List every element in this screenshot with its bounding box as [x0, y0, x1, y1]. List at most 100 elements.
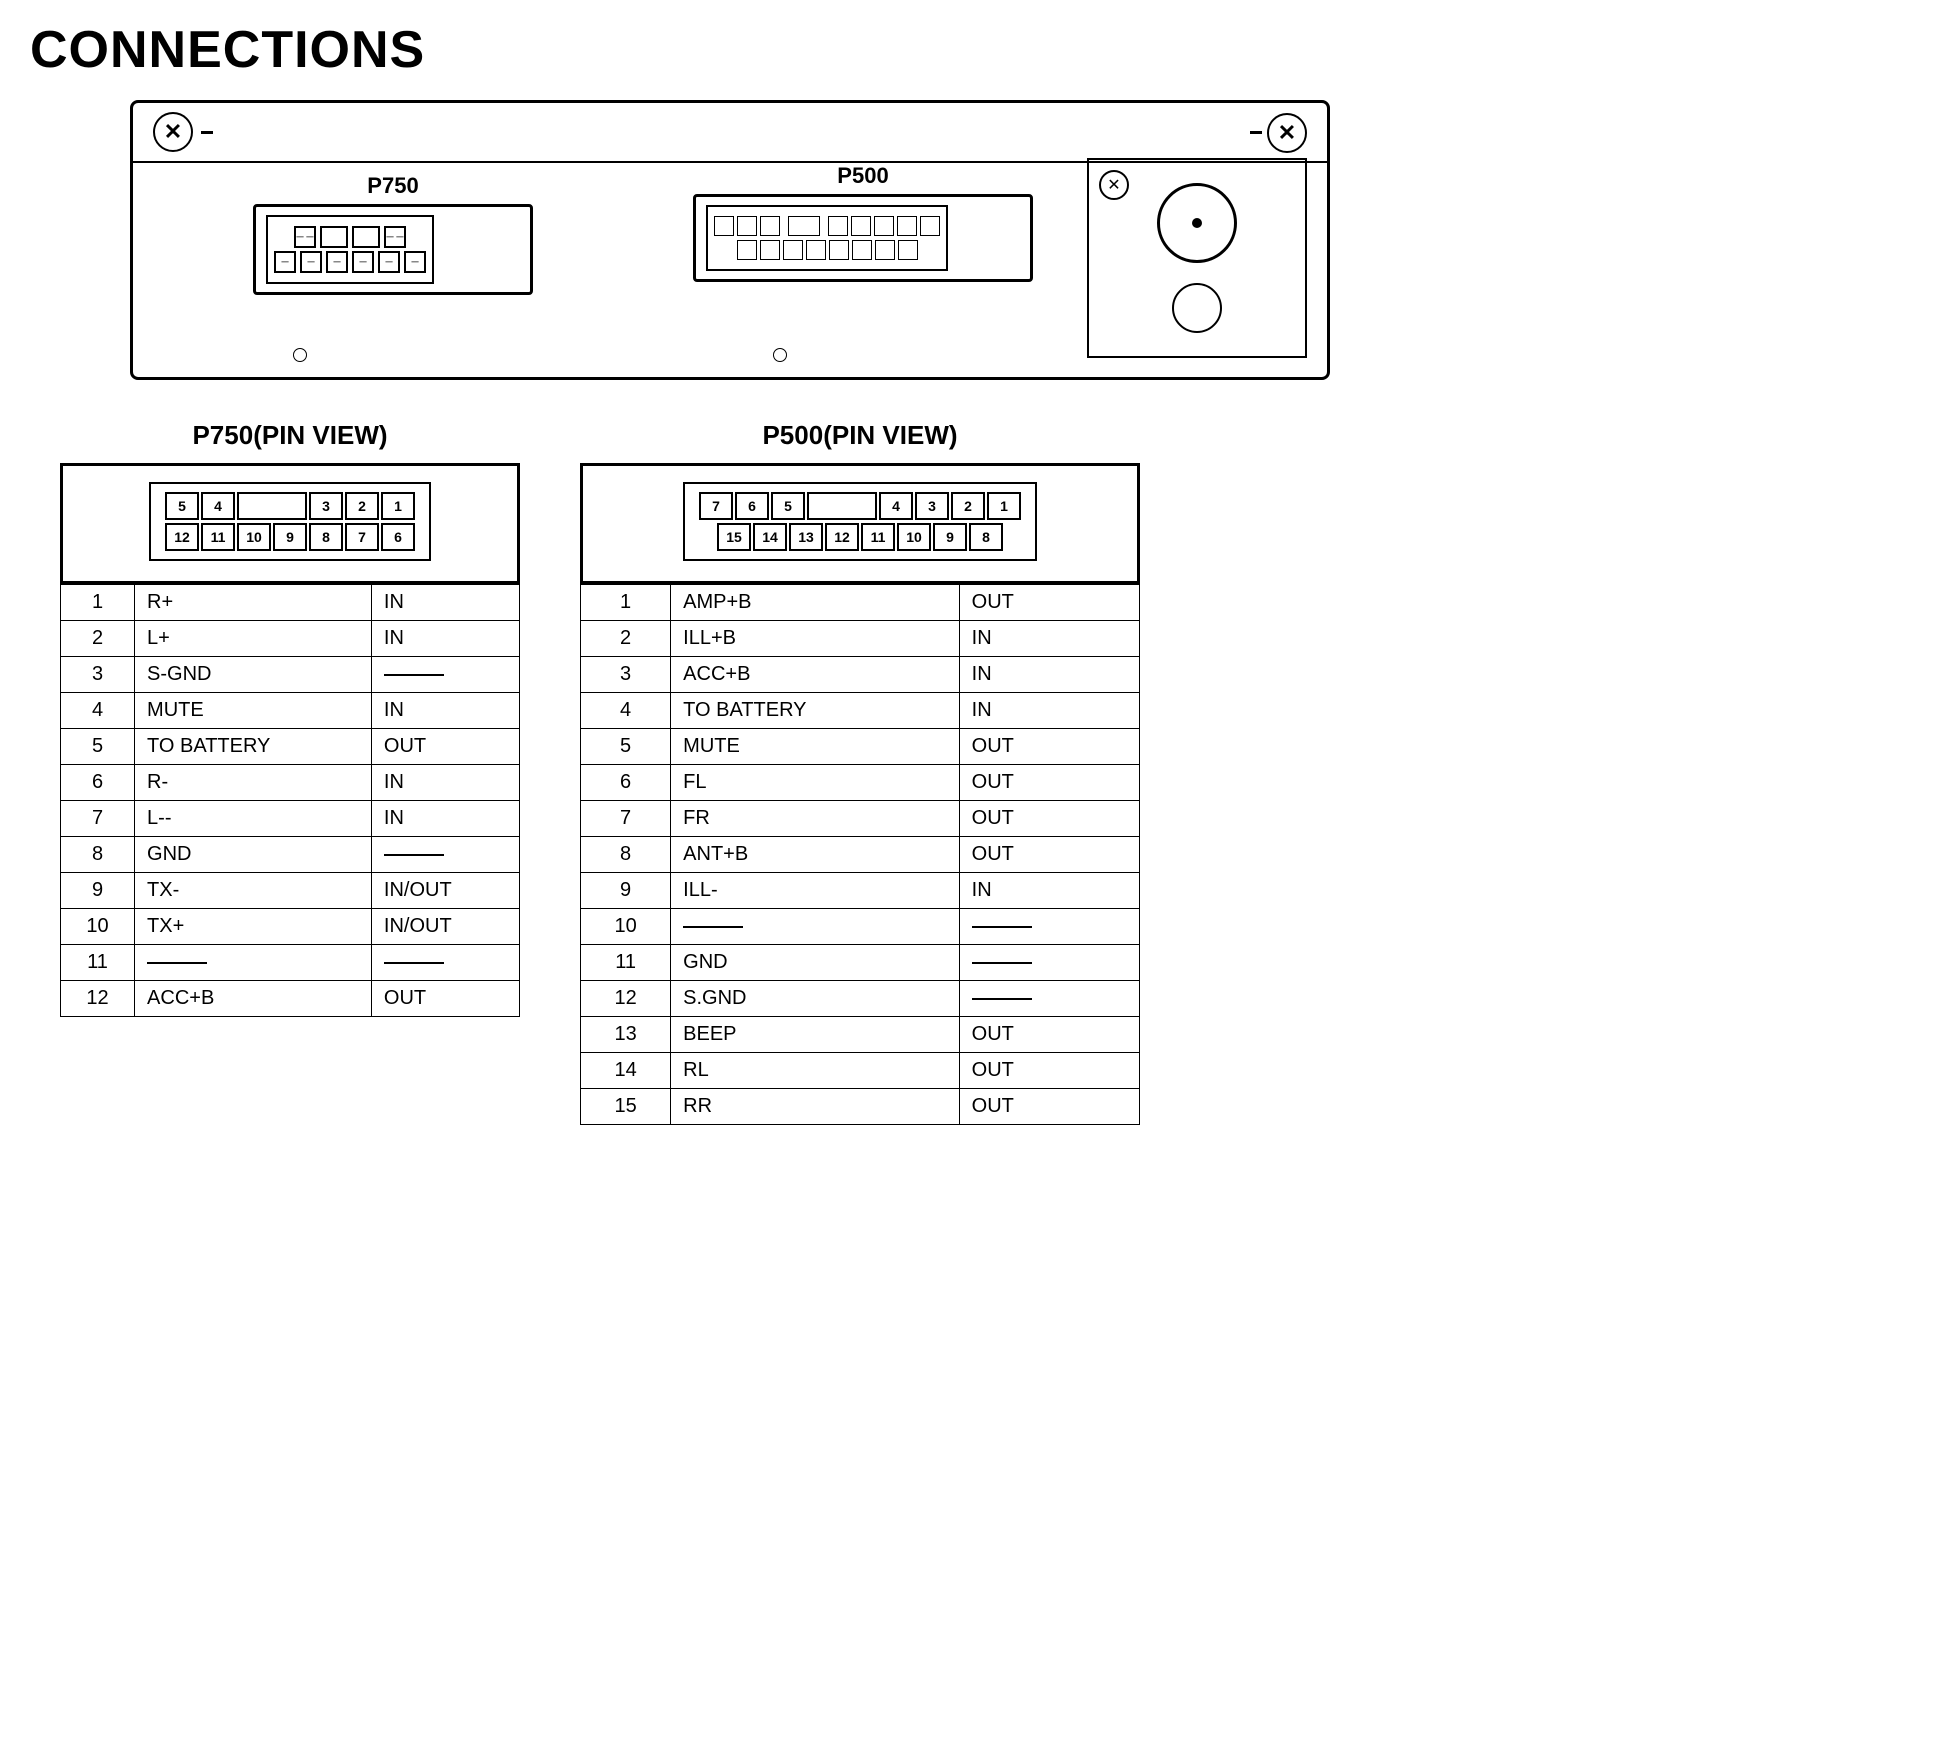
p750-table-row: 2 L+ IN: [61, 621, 520, 657]
p750-table-row: 11: [61, 945, 520, 981]
p750-pin-number: 9: [61, 873, 135, 909]
p500-pin-number: 1: [581, 585, 671, 621]
p750-pv-pin: 4: [201, 492, 235, 520]
p500-table-row: 4 TO BATTERY IN: [581, 693, 1140, 729]
p500-table-row: 15 RR OUT: [581, 1089, 1140, 1125]
p750-direction: OUT: [371, 981, 519, 1017]
p750-signal-name: R+: [135, 585, 372, 621]
screw-hole-1: [293, 348, 307, 362]
p750-pin: ─ ─: [294, 226, 316, 248]
p500-row2: [714, 240, 940, 260]
p500-pin-number: 10: [581, 909, 671, 945]
p750-direction: IN/OUT: [371, 909, 519, 945]
p750-table-row: 3 S-GND: [61, 657, 520, 693]
p500-direction: OUT: [959, 1089, 1139, 1125]
p750-table-row: 4 MUTE IN: [61, 693, 520, 729]
p750-pin-number: 11: [61, 945, 135, 981]
p750-pv-pin: 11: [201, 523, 235, 551]
p750-signal-name: MUTE: [135, 693, 372, 729]
p500-table-row: 13 BEEP OUT: [581, 1017, 1140, 1053]
p750-row1: ─ ─ ─ ─: [274, 226, 426, 248]
p500-pin-diagram: 7 6 5 4 3 2 1 15 14 13 12: [580, 463, 1140, 584]
p750-signal-name: L+: [135, 621, 372, 657]
p500-table-row: 5 MUTE OUT: [581, 729, 1140, 765]
p500-direction: OUT: [959, 765, 1139, 801]
p750-pv-pin: 5: [165, 492, 199, 520]
p750-signal-name: TX-: [135, 873, 372, 909]
p750-direction: IN: [371, 621, 519, 657]
p750-pv-spacer: [237, 492, 307, 520]
p500-pin-number: 8: [581, 837, 671, 873]
p500-pin-number: 4: [581, 693, 671, 729]
p500-pin-number: 6: [581, 765, 671, 801]
p500-row1: [714, 216, 940, 236]
p500-pv-pin: 1: [987, 492, 1021, 520]
p750-pv-pin: 10: [237, 523, 271, 551]
p500-pin-number: 12: [581, 981, 671, 1017]
p750-signal-name: TO BATTERY: [135, 729, 372, 765]
knob-dot: [1192, 218, 1202, 228]
p500-pin-number: 5: [581, 729, 671, 765]
line-right: [1250, 131, 1262, 134]
p500-signal-name: BEEP: [671, 1017, 960, 1053]
p500-pv-pin: 9: [933, 523, 967, 551]
p750-direction: IN: [371, 801, 519, 837]
p500-pin-number: 7: [581, 801, 671, 837]
p500-signal-name: FR: [671, 801, 960, 837]
p500-direction: IN: [959, 693, 1139, 729]
p500-pv-pin: 4: [879, 492, 913, 520]
p500-pv-pin: 3: [915, 492, 949, 520]
p500-direction: IN: [959, 621, 1139, 657]
p500-pin-number: 2: [581, 621, 671, 657]
p500-signal-name: S.GND: [671, 981, 960, 1017]
p750-pin-table-container: P750(PIN VIEW) 5 4 3 2 1 12: [60, 420, 520, 1125]
p500-pin-number: 11: [581, 945, 671, 981]
p500-table-row: 6 FL OUT: [581, 765, 1140, 801]
p500-pin-view-title: P500(PIN VIEW): [580, 420, 1140, 451]
p500-table-row: 8 ANT+B OUT: [581, 837, 1140, 873]
p500-signal-name: ILL+B: [671, 621, 960, 657]
p500-direction: OUT: [959, 801, 1139, 837]
p500-direction: [959, 981, 1139, 1017]
p750-pin-number: 8: [61, 837, 135, 873]
p750-pin-number: 2: [61, 621, 135, 657]
p500-direction: OUT: [959, 1017, 1139, 1053]
p750-pv-pin: 7: [345, 523, 379, 551]
p750-table-row: 8 GND: [61, 837, 520, 873]
p500-table-row: 7 FR OUT: [581, 801, 1140, 837]
p750-signal-name: L--: [135, 801, 372, 837]
p750-pin: ─: [274, 251, 296, 273]
p500-pin-table-container: P500(PIN VIEW) 7 6 5 4 3 2 1: [580, 420, 1140, 1125]
p750-direction: IN/OUT: [371, 873, 519, 909]
p500-direction: [959, 909, 1139, 945]
p750-pin-number: 10: [61, 909, 135, 945]
p500-signal-name: MUTE: [671, 729, 960, 765]
p750-direction: [371, 837, 519, 873]
p500-table-row: 10: [581, 909, 1140, 945]
p500-pv-pin: 10: [897, 523, 931, 551]
connector-p500-diagram: P500: [693, 163, 1033, 282]
p750-table-row: 1 R+ IN: [61, 585, 520, 621]
p500-table-row: 2 ILL+B IN: [581, 621, 1140, 657]
p500-signal-name: ILL-: [671, 873, 960, 909]
p500-pin-number: 14: [581, 1053, 671, 1089]
p750-pin-number: 1: [61, 585, 135, 621]
p500-signal-name: RL: [671, 1053, 960, 1089]
p750-pv-pin: 3: [309, 492, 343, 520]
p750-pin: ─: [326, 251, 348, 273]
p500-signal-name: FL: [671, 765, 960, 801]
device-right-section: ✕: [1087, 158, 1307, 358]
device-top-bar: ✕ ✕: [133, 103, 1327, 163]
p500-pv-spacer: [807, 492, 877, 520]
p500-table-row: 9 ILL- IN: [581, 873, 1140, 909]
p500-table-row: 1 AMP+B OUT: [581, 585, 1140, 621]
page-title: CONNECTIONS: [30, 20, 1924, 80]
x-symbol-right: ✕: [1267, 113, 1307, 153]
p500-direction: IN: [959, 873, 1139, 909]
p750-table-row: 6 R- IN: [61, 765, 520, 801]
p750-pv-pin: 1: [381, 492, 415, 520]
p500-pv-pin: 7: [699, 492, 733, 520]
p750-table-row: 7 L-- IN: [61, 801, 520, 837]
p750-pin-number: 7: [61, 801, 135, 837]
p500-signal-name: RR: [671, 1089, 960, 1125]
